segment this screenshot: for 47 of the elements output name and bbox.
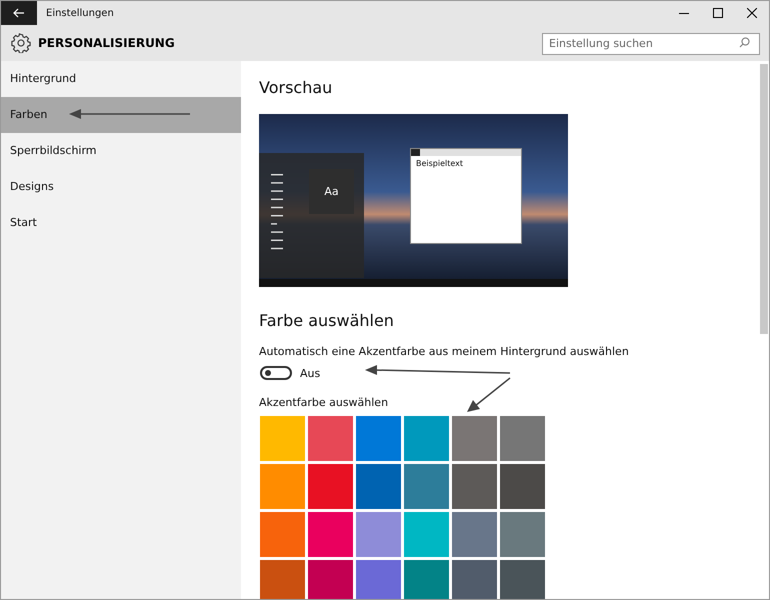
sidebar-item[interactable]: Hintergrund bbox=[1, 61, 241, 97]
color-swatch[interactable] bbox=[500, 512, 545, 557]
color-swatch[interactable] bbox=[356, 560, 401, 599]
section-heading: Farbe auswählen bbox=[259, 311, 395, 332]
sidebar-item[interactable]: Start bbox=[1, 205, 241, 241]
color-swatch[interactable] bbox=[356, 464, 401, 509]
color-swatch[interactable] bbox=[452, 416, 497, 461]
color-swatch[interactable] bbox=[452, 560, 497, 599]
color-swatch[interactable] bbox=[404, 416, 449, 461]
close-icon bbox=[747, 8, 757, 18]
sidebar-item[interactable]: Designs bbox=[1, 169, 241, 205]
sample-text: Beispieltext bbox=[415, 158, 464, 170]
scrollbar[interactable] bbox=[760, 64, 768, 334]
accent-label: Akzentfarbe auswählen bbox=[259, 396, 390, 409]
color-swatch[interactable] bbox=[308, 512, 353, 557]
color-swatch[interactable] bbox=[404, 560, 449, 599]
color-swatch[interactable] bbox=[404, 464, 449, 509]
search-icon bbox=[739, 37, 750, 48]
color-swatch[interactable] bbox=[404, 512, 449, 557]
back-button[interactable] bbox=[1, 1, 37, 25]
color-swatch[interactable] bbox=[500, 416, 545, 461]
color-swatch[interactable] bbox=[356, 416, 401, 461]
toggle-state-label: Aus bbox=[300, 366, 320, 380]
sidebar-item[interactable]: Sperrbildschirm bbox=[1, 133, 241, 169]
color-swatch[interactable] bbox=[260, 464, 305, 509]
search-field[interactable]: Einstellung suchen bbox=[542, 32, 760, 54]
color-swatch[interactable] bbox=[260, 416, 305, 461]
preview-tile: Aa bbox=[309, 169, 354, 214]
toggle-description: Automatisch eine Akzentfarbe aus meinem Hintergrund auswählen bbox=[259, 345, 630, 358]
color-swatch[interactable] bbox=[500, 560, 545, 599]
window-title: Einstellungen bbox=[46, 8, 115, 18]
color-swatch[interactable] bbox=[452, 464, 497, 509]
color-swatch[interactable] bbox=[452, 512, 497, 557]
color-swatch[interactable] bbox=[260, 560, 305, 599]
section-heading: Vorschau bbox=[259, 78, 334, 99]
color-swatch[interactable] bbox=[308, 464, 353, 509]
back-arrow-icon bbox=[13, 8, 25, 18]
maximize-icon bbox=[713, 8, 723, 18]
settings-icon bbox=[11, 33, 31, 53]
sidebar-item[interactable]: Farben bbox=[1, 97, 241, 133]
color-swatch[interactable] bbox=[260, 512, 305, 557]
toggle-switch[interactable] bbox=[260, 366, 292, 380]
color-swatch[interactable] bbox=[356, 512, 401, 557]
page-title: PERSONALISIERUNG bbox=[38, 36, 176, 50]
color-swatch[interactable] bbox=[500, 464, 545, 509]
color-swatch[interactable] bbox=[308, 560, 353, 599]
color-swatch[interactable] bbox=[308, 416, 353, 461]
